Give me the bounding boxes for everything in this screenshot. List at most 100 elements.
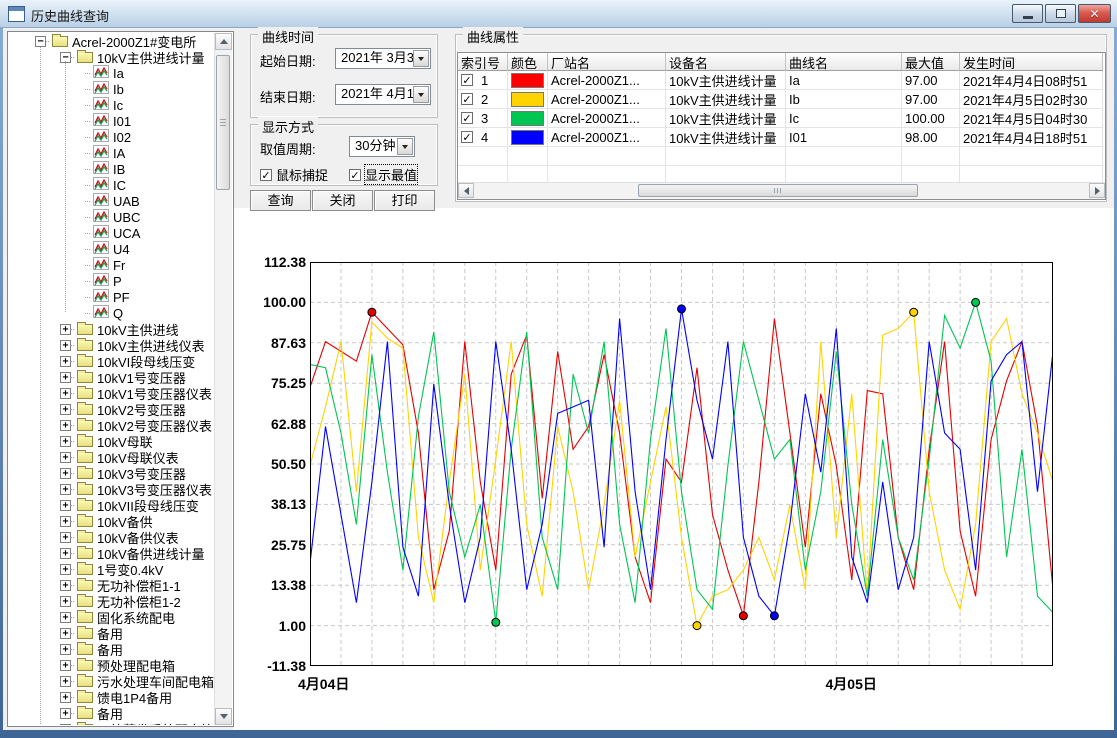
tree-connector [71,409,74,410]
folder-icon [77,420,93,431]
tree-scrollbar[interactable] [214,33,232,725]
column-header-4[interactable]: 设备名 [666,53,786,71]
tree-expander[interactable]: + [60,372,71,383]
column-header-3[interactable]: 厂站名 [548,53,666,71]
tree-expander[interactable]: + [60,596,71,607]
display-mode-group: 显示方式 取值周期: 30分钟 ✓ 鼠标捕捉 ✓ 显示最值 [250,124,438,186]
scrollbar-thumb[interactable] [216,55,230,190]
curve-icon [93,209,109,225]
tree-expander[interactable]: + [60,516,71,527]
query-button[interactable]: 查询 [250,190,311,211]
tree-item-label: PF [113,290,130,305]
scroll-left-button[interactable] [458,183,474,198]
tree-expander[interactable]: + [60,644,71,655]
tree-connector [85,185,91,186]
column-header-7[interactable]: 发生时间 [960,53,1103,71]
tree-expander[interactable]: + [60,500,71,511]
table-row[interactable]: ✓2Acrel-2000Z1...10kV主供进线计量Ib97.002021年4… [458,90,1105,109]
mouse-capture-checkbox[interactable]: ✓ 鼠标捕捉 [260,165,328,184]
folder-icon [77,580,93,591]
tree-expander[interactable]: + [60,420,71,431]
row-index: 3 [481,111,488,126]
plot-area[interactable] [310,262,1053,671]
tree-expander[interactable]: + [60,580,71,591]
curve-name-cell: Ia [786,71,902,90]
start-date-combo[interactable]: 2021年 3月30 [335,48,431,69]
start-date-label: 起始日期: [260,51,316,70]
period-combo[interactable]: 30分钟 [349,136,415,157]
tree-expander[interactable]: + [60,452,71,463]
tree-expander[interactable]: + [60,628,71,639]
tree-expander[interactable]: + [60,548,71,559]
tree-connector [85,281,91,282]
tree-expander[interactable]: + [60,340,71,351]
tree-expander[interactable]: + [60,356,71,367]
tree-connector [46,41,49,42]
scrollbar-thumb[interactable] [638,184,918,197]
close-dialog-button[interactable]: 关闭 [312,190,373,211]
color-swatch [511,130,544,145]
tree-expander[interactable]: − [35,36,46,47]
close-button[interactable]: ✕ [1078,4,1111,23]
end-date-dropdown-button[interactable] [413,86,429,103]
column-header-1[interactable]: 索引号 [458,53,508,71]
row-checkbox[interactable]: ✓ [461,74,473,86]
table-row[interactable]: ✓3Acrel-2000Z1...10kV主供进线计量Ic100.002021年… [458,109,1105,128]
checkbox-icon[interactable]: ✓ [260,169,272,181]
checkbox-icon[interactable]: ✓ [349,169,361,181]
curve-properties-table[interactable]: 索引号颜色厂站名设备名曲线名最大值发生时间 ✓1Acrel-2000Z1...1… [457,52,1106,200]
curve-icon [93,97,109,113]
tree-view[interactable]: −Acrel-2000Z1#变电所−10kV主供进线计量IaIbIcI01I02… [9,33,215,725]
tree-expander[interactable]: + [60,724,71,726]
tree-connector [85,217,91,218]
tree-expander[interactable]: + [60,404,71,415]
tree-expander[interactable]: + [60,676,71,687]
scroll-right-button[interactable] [1089,183,1105,198]
period-dropdown-button[interactable] [397,138,413,155]
time-cell: 2021年4月4日08时51 [960,71,1103,90]
tree-expander[interactable]: + [60,692,71,703]
row-index: 2 [481,92,488,107]
table-row[interactable]: ✓1Acrel-2000Z1...10kV主供进线计量Ia97.002021年4… [458,71,1105,90]
minimize-button[interactable] [1012,4,1043,23]
tree-expander[interactable]: + [60,436,71,447]
tree-expander[interactable]: + [60,708,71,719]
tree-expander[interactable]: + [60,660,71,671]
curve-plot-svg[interactable] [310,262,1053,666]
index-cell: ✓1 [458,71,508,90]
title-bar[interactable]: 历史曲线查询 ✕ [0,0,1117,28]
index-cell: ✓3 [458,109,508,128]
row-checkbox[interactable]: ✓ [461,131,473,143]
print-button[interactable]: 打印 [374,190,435,211]
show-extremes-checkbox[interactable]: ✓ 显示最值 [349,165,417,184]
index-cell: ✓2 [458,90,508,109]
column-header-5[interactable]: 曲线名 [786,53,902,71]
tree-expander[interactable]: + [60,564,71,575]
arrow-up-icon [220,35,228,44]
minimize-icon [1023,16,1033,19]
column-header-6[interactable]: 最大值 [902,53,960,71]
folder-icon [77,356,93,367]
curve-icon [93,241,109,257]
table-h-scrollbar[interactable] [458,182,1105,199]
tree-expander[interactable]: + [60,324,71,335]
folder-icon [77,564,93,575]
row-checkbox[interactable]: ✓ [461,93,473,105]
start-date-dropdown-button[interactable] [413,50,429,67]
tree-expander[interactable]: + [60,612,71,623]
scroll-up-button[interactable] [215,33,232,50]
scroll-down-button[interactable] [215,708,232,725]
tree-item-label: Ia [113,66,124,81]
end-date-combo[interactable]: 2021年 4月14 [335,84,431,105]
tree-expander[interactable]: + [60,468,71,479]
column-header-2[interactable]: 颜色 [508,53,548,71]
table-row[interactable]: ✓4Acrel-2000Z1...10kV主供进线计量I0198.002021年… [458,128,1105,147]
tree-connector [85,265,91,266]
time-cell: 2021年4月5日04时30 [960,109,1103,128]
restore-button[interactable] [1045,4,1076,23]
row-checkbox[interactable]: ✓ [461,112,473,124]
tree-connector [71,489,74,490]
tree-expander[interactable]: + [60,484,71,495]
tree-expander[interactable]: + [60,532,71,543]
tree-expander[interactable]: + [60,388,71,399]
